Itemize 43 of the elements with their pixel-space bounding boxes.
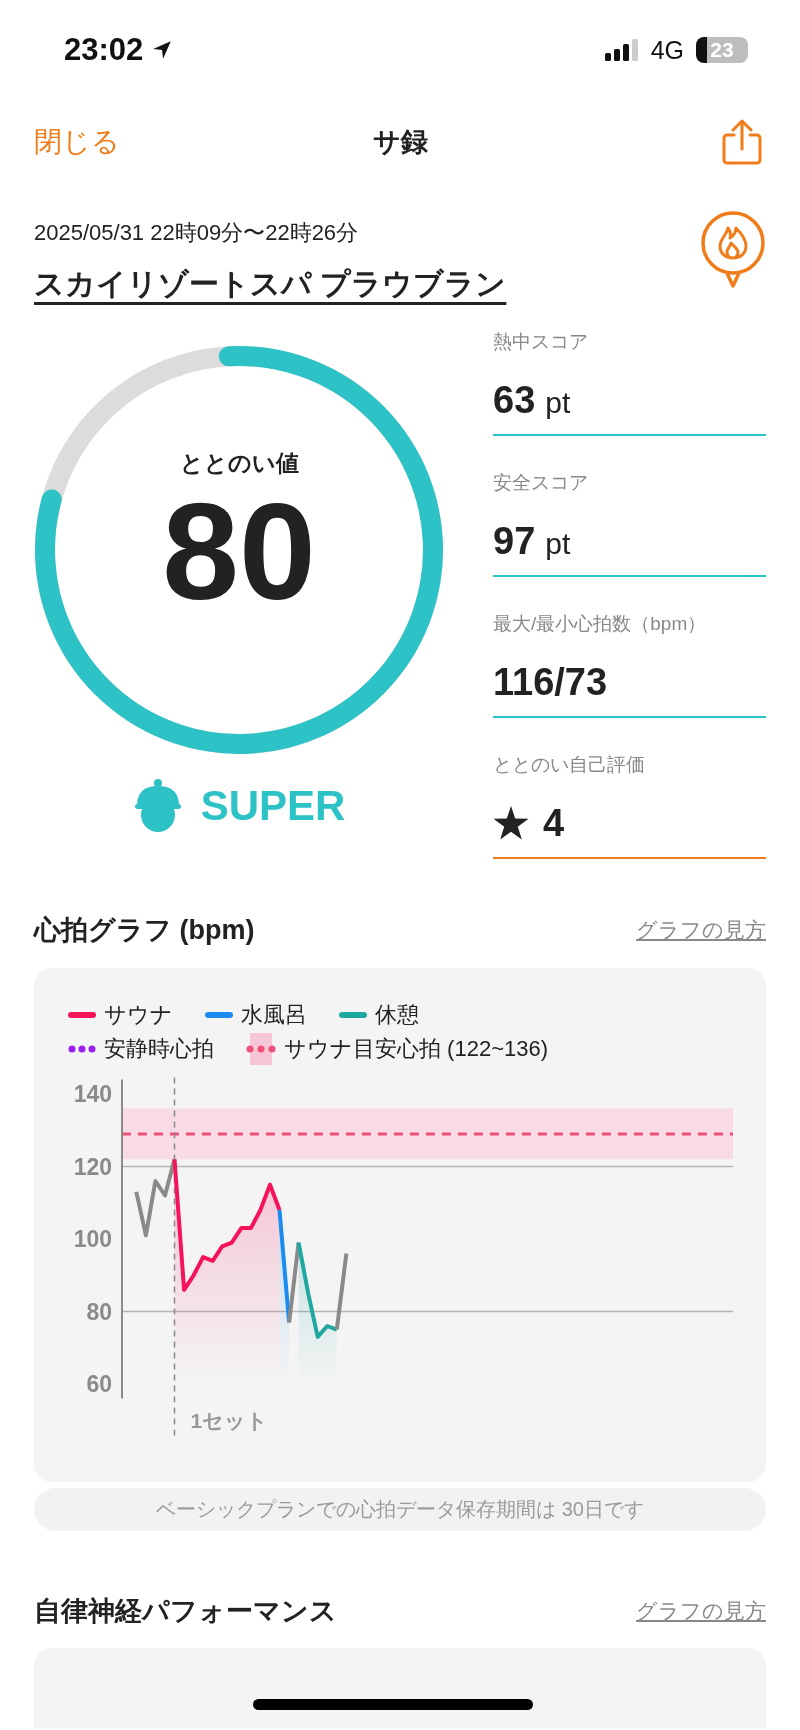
stat-label: 最大/最小心拍数（bpm） — [493, 612, 708, 636]
stat-label: 安全スコア — [493, 471, 589, 495]
network-label: 4G — [650, 35, 684, 65]
stat-value: 97 — [493, 521, 536, 561]
battery-indicator: 23 — [696, 37, 748, 63]
close-button[interactable]: 閉じる — [34, 123, 120, 161]
y-tick-label: 140 — [73, 1081, 112, 1107]
score-label: ととのい値 — [179, 449, 299, 479]
legend-dots-icon — [68, 1045, 96, 1053]
stat-label: ととのい自己評価 — [493, 753, 646, 777]
y-tick-label: 80 — [86, 1298, 112, 1325]
stat-value: 4 — [543, 803, 565, 843]
section-title: 自律神経パフォーマンス — [34, 1595, 337, 1628]
stat-unit: pt — [545, 386, 571, 420]
y-tick-label: 60 — [86, 1371, 112, 1397]
retention-notice: ベーシックプランでの心拍データ保存期間は 30日です — [34, 1488, 766, 1531]
y-tick-label: 120 — [73, 1153, 112, 1180]
screen-title: サ録 — [372, 126, 428, 159]
legend-label: サウナ目安心拍 (122~136) — [284, 1035, 549, 1063]
session-date: 2025/05/31 22時09分〜22時26分 — [34, 219, 360, 247]
y-tick-label: 100 — [73, 1226, 112, 1252]
graph-guide-link[interactable]: グラフの見方 — [636, 916, 766, 944]
stat-label: 熱中スコア — [493, 330, 589, 354]
score-value: 80 — [162, 479, 316, 624]
graph-guide-link[interactable]: グラフの見方 — [636, 1597, 766, 1625]
status-time: 23:02 — [64, 32, 144, 68]
star-icon — [493, 806, 529, 840]
signal-icon — [604, 39, 639, 61]
rank-label: SUPER — [200, 782, 346, 830]
venue-link[interactable]: スカイリゾートスパ プラウブラン — [34, 264, 507, 305]
legend-label: 安静時心拍 — [104, 1035, 214, 1063]
stat-value: 116/73 — [493, 662, 608, 702]
legend-label: 休憩 — [375, 1001, 419, 1029]
share-icon[interactable] — [722, 119, 762, 165]
legend-band-icon — [246, 1033, 276, 1065]
location-arrow-icon — [151, 39, 174, 61]
section-title: 心拍グラフ (bpm) — [34, 914, 255, 947]
set-label: 1セット — [190, 1409, 269, 1432]
stat-unit: pt — [545, 527, 571, 561]
legend-label: サウナ — [104, 1001, 173, 1029]
legend-label: 水風呂 — [241, 1001, 307, 1029]
stat-value: 63 — [493, 380, 536, 420]
mascot-icon — [132, 778, 183, 834]
